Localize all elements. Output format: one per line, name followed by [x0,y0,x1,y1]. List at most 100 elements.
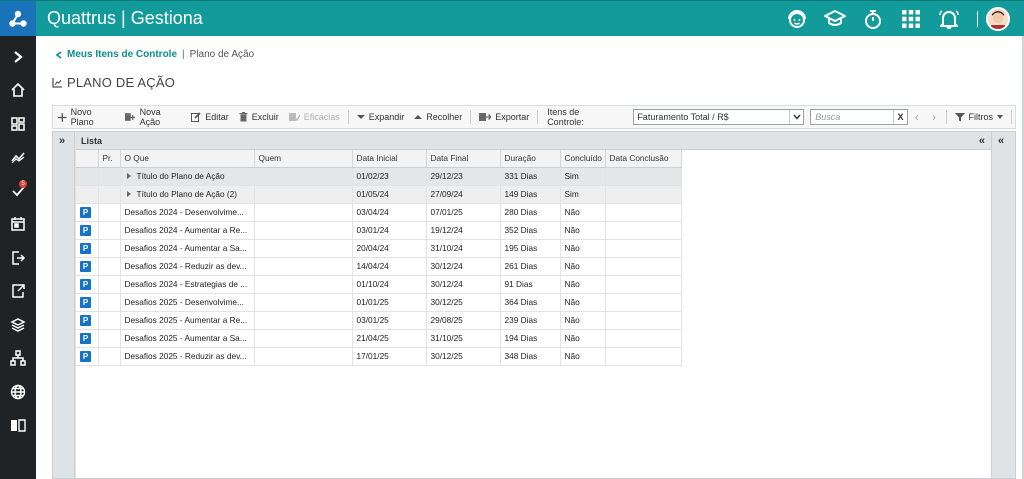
expand-left-panel-icon[interactable]: » [59,135,65,147]
stopwatch-icon[interactable] [857,5,889,33]
priority-icon: P [80,314,91,326]
grid-header-pr[interactable]: Pr. [98,150,121,168]
sidebar-item-exit[interactable] [0,241,36,275]
export-button[interactable]: Exportar [474,106,534,128]
sidebar-item-export[interactable] [0,275,36,309]
expand-button[interactable]: Expandir [352,106,410,128]
grid-header-concluido[interactable]: Concluído [560,150,606,168]
sidebar-item-layers[interactable] [0,308,36,342]
efficacies-button[interactable]: Eficácias [284,106,345,128]
row-ini-cell: 14/04/24 [352,257,427,276]
calendar-icon [11,217,25,231]
row-quem-cell [254,221,353,240]
row-dconc-cell [605,311,682,330]
support-icon[interactable] [781,5,813,33]
row-dconc-cell [605,329,682,348]
new-action-button[interactable]: Nova Ação [120,106,186,128]
table-row[interactable]: P Desafios 2025 - Aumentar a Re... 03/01… [76,311,682,330]
grid-header-oque[interactable]: O Que [120,150,255,168]
row-priority-cell: P [76,293,99,312]
filters-button[interactable]: Filtros [950,106,1009,128]
toolbar-divider [347,110,349,124]
row-conc-cell: Não [560,221,606,240]
sidebar-item-book[interactable] [0,409,36,443]
clear-search-button[interactable]: X [893,110,907,124]
content-frame: » Lista « Pr. O Que Quem Data Inicial Da… [52,131,1016,479]
table-row[interactable]: Título do Plano de Ação 01/02/23 29/12/2… [76,167,682,186]
collapse-right-panel-icon[interactable]: « [998,135,1004,147]
sidebar-item-hierarchy[interactable] [0,342,36,376]
row-oque-cell: Desafios 2025 - Desenvolvime... [120,293,255,312]
grid-header-data-final[interactable]: Data Final [426,150,501,168]
collapse-panel-icon[interactable]: « [979,135,985,147]
table-row[interactable]: P Desafios 2024 - Estrategias de ... 01/… [76,275,682,294]
table-row[interactable]: P Desafios 2025 - Aumentar a Sa... 21/04… [76,329,682,348]
edit-button[interactable]: Editar [186,106,234,128]
new-action-label: Nova Ação [139,107,161,127]
row-conc-cell: Sim [560,185,606,204]
apps-grid-icon[interactable] [895,5,927,33]
sidebar-item-indicators[interactable] [0,141,36,175]
row-fim-cell: 30/12/25 [426,293,501,312]
nav-next-icon[interactable]: › [925,110,942,124]
table-row[interactable]: P Desafios 2025 - Desenvolvime... 01/01/… [76,293,682,312]
row-oque-cell: Desafios 2025 - Aumentar a Re... [120,311,255,330]
row-select-cell [76,167,99,186]
row-pr-cell [98,293,121,312]
table-row[interactable]: P Desafios 2025 - Reduzir as dev... 17/0… [76,347,682,366]
grid-header-row: Pr. O Que Quem Data Inicial Data Final D… [76,150,682,168]
filters-label: Filtros [968,112,994,122]
row-quem-cell [254,257,353,276]
export-icon [479,113,492,121]
exit-icon [12,251,26,265]
grid-header-data-inicial[interactable]: Data Inicial [352,150,427,168]
breadcrumb-link[interactable]: Meus Itens de Controle [67,49,177,60]
sidebar-item-tasks[interactable]: 5 [0,174,36,208]
collapse-button[interactable]: Recolher [409,106,467,128]
expand-group-icon[interactable] [126,173,131,179]
delete-button[interactable]: Excluir [234,106,284,128]
row-dconc-cell [605,167,682,186]
row-fim-cell: 27/09/24 [426,185,501,204]
expand-group-icon[interactable] [126,191,131,197]
row-conc-cell: Não [560,239,606,258]
row-oque-cell: Desafios 2024 - Aumentar a Sa... [120,239,255,258]
bell-icon[interactable] [933,5,965,33]
row-priority-cell: P [76,257,99,276]
sidebar-item-globe[interactable] [0,375,36,409]
table-row[interactable]: P Desafios 2024 - Reduzir as dev... 14/0… [76,257,682,276]
app-logo[interactable] [0,1,36,37]
row-pr-cell [98,347,121,366]
grid-header-duracao[interactable]: Duração [500,150,561,168]
table-row[interactable]: P Desafios 2024 - Aumentar a Sa... 20/04… [76,239,682,258]
search-placeholder: Busca [815,112,841,122]
sidebar-item-dashboard[interactable] [0,107,36,141]
avatar[interactable] [986,7,1010,31]
grid-header-data-conclusao[interactable]: Data Conclusão [605,150,682,168]
row-dur-cell: 364 Dias [500,293,561,312]
new-plan-button[interactable]: Novo Plano [53,106,120,128]
graduation-cap-icon[interactable] [819,5,851,33]
control-items-label: Itens de Controle: [547,107,584,127]
table-row[interactable]: P Desafios 2024 - Desenvolvime... 03/04/… [76,203,682,222]
top-icons [775,5,1010,33]
list-panel-title: Lista [81,135,103,146]
row-dur-cell: 280 Dias [500,203,561,222]
sidebar-item-calendar[interactable] [0,208,36,242]
chevron-right-icon [14,50,23,63]
table-row[interactable]: P Desafios 2024 - Aumentar a Re... 03/01… [76,221,682,240]
sidebar-expand[interactable] [0,40,36,74]
top-bar: Quattrus | Gestiona [0,0,1024,37]
priority-icon: P [80,278,91,290]
row-oque-text: Título do Plano de Ação (2) [136,189,238,199]
search-input[interactable]: Busca X [810,109,909,125]
collapse-label: Recolher [426,112,463,122]
grid-header-quem[interactable]: Quem [254,150,353,168]
sidebar-item-home[interactable] [0,74,36,108]
grid-header-select [76,150,99,168]
new-action-icon [125,113,136,121]
nav-prev-icon[interactable]: ‹ [908,110,925,124]
control-items-select[interactable]: Faturamento Total / R$ [633,109,805,125]
priority-icon: P [80,206,91,218]
table-row[interactable]: Título do Plano de Ação (2) 01/05/24 27/… [76,185,682,204]
